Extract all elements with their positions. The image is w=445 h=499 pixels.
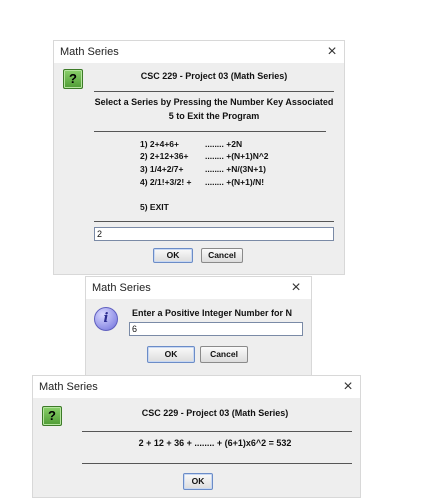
result-ok-button[interactable]: OK (183, 473, 213, 490)
info-icon: i (94, 307, 118, 331)
series-result: 2 + 12 + 36 + ........ + (6+1)x6^2 = 532 (138, 438, 292, 448)
series-menu-close-icon[interactable]: × (322, 42, 342, 62)
enter-n-close-icon[interactable]: × (286, 278, 306, 298)
enter-n-prompt: Enter a Positive Integer Number for N (132, 308, 293, 318)
n-value-input[interactable] (129, 322, 303, 336)
question-icon: ? (42, 406, 62, 426)
result-title: Math Series (39, 381, 98, 393)
series-menu-ok-button[interactable]: OK (153, 248, 193, 263)
enter-n-ok-button[interactable]: OK (147, 346, 195, 363)
series-menu-title: Math Series (60, 46, 119, 58)
series-menu-titlebar[interactable]: Math Series × (54, 41, 344, 63)
series-menu-cancel-button[interactable]: Cancel (201, 248, 243, 263)
result-header: CSC 229 - Project 03 (Math Series) (141, 408, 289, 418)
enter-n-titlebar[interactable]: Math Series × (86, 277, 311, 299)
instruction-line-2: 5 to Exit the Program (168, 111, 260, 121)
header-divider (94, 91, 334, 92)
project-header: CSC 229 - Project 03 (Math Series) (140, 71, 288, 81)
enter-n-cancel-button[interactable]: Cancel (200, 346, 248, 363)
series-choice-input[interactable] (94, 227, 334, 241)
enter-n-dialog: Math Series × i Enter a Positive Integer… (86, 277, 311, 377)
instruction-divider (94, 131, 326, 132)
result-header-divider (82, 431, 352, 432)
result-divider (82, 463, 352, 464)
enter-n-title: Math Series (92, 282, 151, 294)
result-close-icon[interactable]: × (338, 377, 358, 397)
instruction-line-1: Select a Series by Pressing the Number K… (94, 97, 334, 107)
result-titlebar[interactable]: Math Series × (33, 376, 360, 398)
result-dialog: Math Series × ? CSC 229 - Project 03 (Ma… (33, 376, 360, 497)
series-menu-dialog: Math Series × ? CSC 229 - Project 03 (Ma… (54, 41, 344, 274)
question-icon: ? (63, 69, 83, 89)
menu-divider (94, 221, 334, 222)
